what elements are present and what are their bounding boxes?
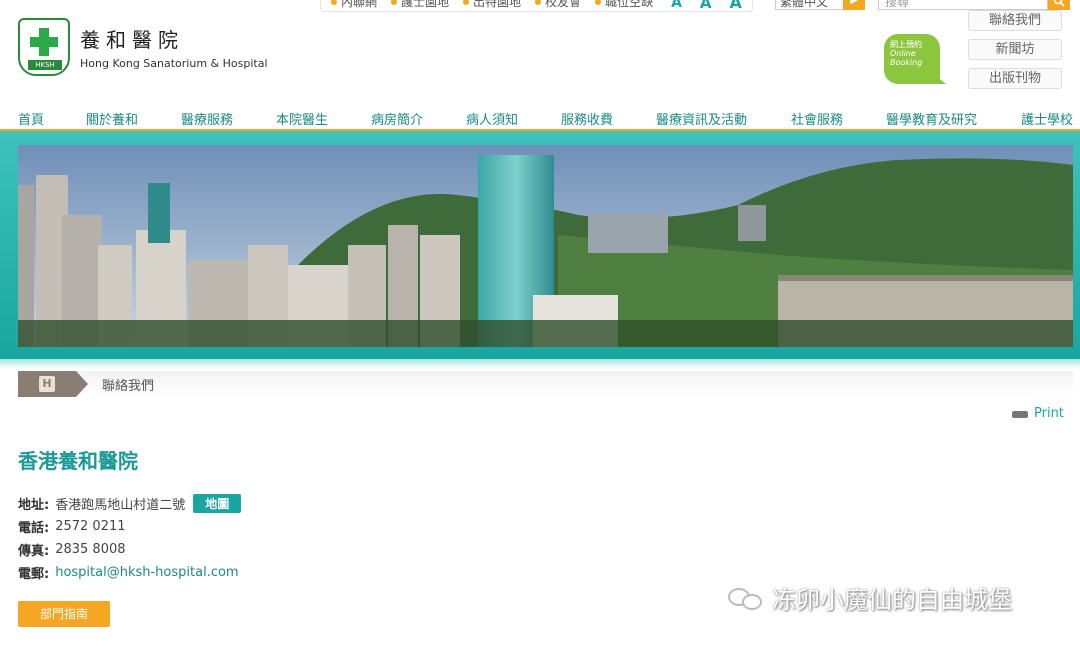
address-row: 地址: 香港跑馬地山村道二號 地圖 [18,492,242,515]
font-size-small-button[interactable]: A [671,0,682,11]
phone-label: 電話: [18,521,50,536]
newsroom-button[interactable]: 新聞坊 [968,39,1062,60]
nav-item-services[interactable]: 醫療服務 [181,109,233,128]
utility-link-special[interactable]: 出特園地 [463,0,521,10]
nav-item-nursing-school[interactable]: 護士學校 [1021,109,1073,128]
breadcrumb: H 聯絡我們 [18,371,1073,397]
logo-shield-icon: HKSH [18,18,70,76]
address-value: 香港跑馬地山村道二號 [55,498,186,513]
utility-link-label: 出特園地 [473,0,522,9]
utility-link-alumni[interactable]: 校友會 [535,0,581,10]
contact-us-button[interactable]: 聯絡我們 [968,10,1062,31]
email-label: 電郵: [18,567,50,582]
top-utility-bar: 內聯網 護士園地 出特園地 校友會 職位空缺 A A A [320,0,753,12]
utility-link-label: 校友會 [545,0,582,9]
search-icon [1053,0,1065,7]
nav-item-home[interactable]: 首頁 [18,109,44,128]
home-icon: H [39,376,55,392]
nav-item-about[interactable]: 關於養和 [86,109,138,128]
breadcrumb-current: 聯絡我們 [102,378,155,394]
wechat-icon [726,584,766,612]
booking-label-en-1: Online [890,49,916,58]
utility-link-intranet[interactable]: 內聯網 [331,0,377,10]
utility-link-label: 職位空缺 [605,0,654,9]
email-link[interactable]: hospital@hksh-hospital.com [55,565,238,580]
breadcrumb-home-button[interactable]: H [18,371,88,397]
watermark-text: 冻卵小魔仙的自由城堡 [772,586,1012,614]
font-size-medium-button[interactable]: A [700,0,712,11]
font-size-large-button[interactable]: A [730,0,742,11]
fax-row: 傳真: 2835 8008 [18,538,241,561]
fax-label: 傳真: [18,544,50,559]
printer-icon [1012,406,1028,423]
main-nav: 首頁 關於養和 醫療服務 本院醫生 病房簡介 病人須知 服務收費 醫療資訊及活動… [0,103,1080,131]
online-booking-button[interactable]: 網上預約 Online Booking [884,34,946,84]
banner-bottom-strip [0,359,1080,369]
watermark: 冻卵小魔仙的自由城堡 [726,580,1012,615]
logo-tag: HKSH [28,60,62,70]
search-button[interactable] [1048,0,1070,10]
logo-text: 養和醫院 Hong Kong Sanatorium & Hospital [80,24,268,70]
page-title: 香港養和醫院 [18,449,138,473]
phone-row: 電話: 2572 0211 [18,515,241,538]
nav-item-community[interactable]: 社會服務 [791,109,843,128]
utility-link-label: 護士園地 [401,0,450,9]
email-row: 電郵: hospital@hksh-hospital.com [18,561,241,584]
banner-frame [0,131,1080,359]
map-button[interactable]: 地圖 [193,494,242,513]
hospital-logo[interactable]: HKSH 養和醫院 Hong Kong Sanatorium & Hospita… [18,18,268,76]
banner-image [18,145,1073,347]
phone-value: 2572 0211 [55,519,126,534]
booking-label-zh: 網上預約 [890,40,922,49]
nav-item-fees[interactable]: 服務收費 [561,109,613,128]
nav-item-wards[interactable]: 病房簡介 [371,109,423,128]
nav-item-patient-info[interactable]: 病人須知 [466,109,518,128]
language-go-button[interactable]: ▶ [843,0,865,10]
bullet-icon [535,0,542,5]
publications-button[interactable]: 出版刊物 [968,68,1062,89]
bullet-icon [331,0,337,5]
bullet-icon [391,0,398,5]
bullet-icon [463,0,470,5]
bullet-icon [595,0,602,5]
address-label: 地址: [18,498,50,513]
nav-item-health-info[interactable]: 醫療資訊及活動 [656,109,747,128]
print-button[interactable]: Print [1012,406,1064,423]
hospital-name-en: Hong Kong Sanatorium & Hospital [80,57,268,70]
cross-icon [30,28,58,56]
contact-info: 地址: 香港跑馬地山村道二號 地圖 電話: 2572 0211 傳真: 2835… [18,492,242,584]
header-side-buttons: 聯絡我們 新聞坊 出版刊物 [968,10,1062,89]
fax-value: 2835 8008 [55,542,126,557]
utility-link-careers[interactable]: 職位空缺 [595,0,653,10]
city-skyline-illustration [18,145,1073,347]
nav-item-education[interactable]: 醫學教育及研究 [886,109,977,128]
print-label: Print [1034,406,1064,421]
utility-links: 內聯網 護士園地 出特園地 校友會 職位空缺 A A A [320,0,753,12]
search-input[interactable]: 搜尋 [878,0,1048,10]
utility-link-nurses[interactable]: 護士園地 [391,0,449,10]
booking-label-en-2: Booking [890,58,923,67]
department-guide-button[interactable]: 部門指南 [18,601,110,627]
nav-item-doctors[interactable]: 本院醫生 [276,109,328,128]
utility-link-label: 內聯網 [341,0,378,9]
hospital-name-zh: 養和醫院 [80,28,184,52]
